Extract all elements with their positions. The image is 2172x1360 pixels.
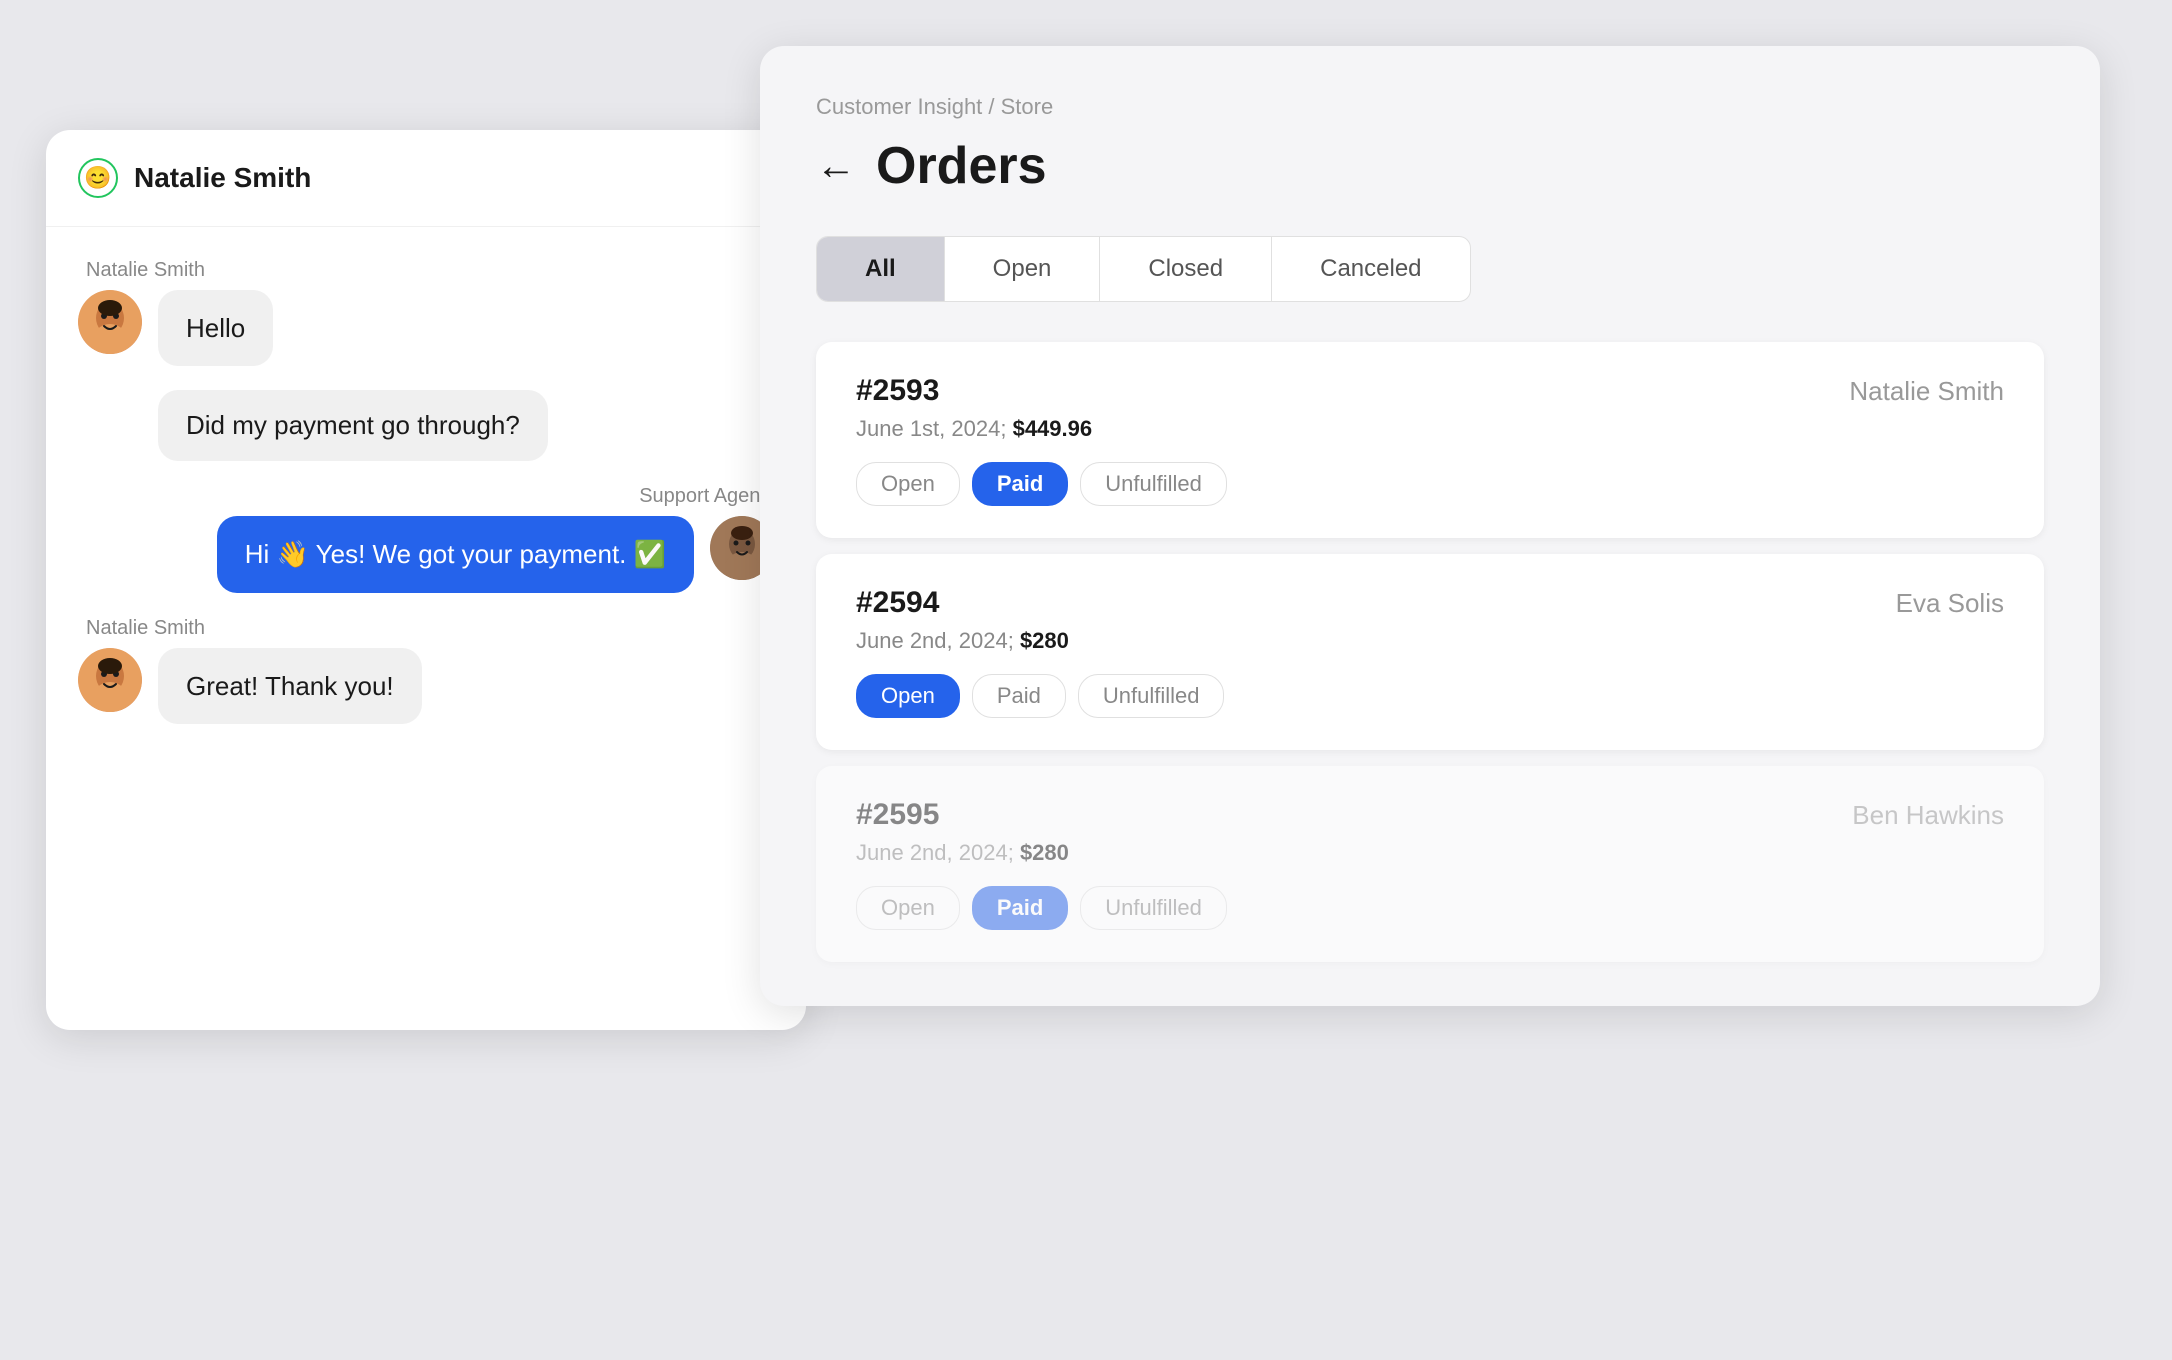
page-title-row: ← Orders [816, 136, 2044, 196]
chat-body: Natalie Smith Hello Did m [46, 227, 806, 1030]
message-with-avatar: Hi 👋 Yes! We got your payment. ✅ [217, 516, 774, 592]
tag-open: Open [856, 462, 960, 506]
avatar [78, 648, 142, 712]
message-bubble: Great! Thank you! [158, 648, 422, 724]
order-tags: Open Paid Unfulfilled [856, 886, 2004, 930]
tab-closed[interactable]: Closed [1100, 237, 1272, 301]
order-card-header: #2594 Eva Solis [856, 586, 2004, 620]
order-card[interactable]: #2594 Eva Solis June 2nd, 2024; $280 Ope… [816, 554, 2044, 750]
order-customer: Natalie Smith [1849, 376, 2004, 407]
orders-list: #2593 Natalie Smith June 1st, 2024; $449… [816, 342, 2044, 962]
tag-paid: Paid [972, 674, 1066, 718]
order-date: June 2nd, 2024; $280 [856, 628, 2004, 654]
chat-contact-name: Natalie Smith [134, 162, 311, 194]
order-tags: Open Paid Unfulfilled [856, 462, 2004, 506]
tag-unfulfilled: Unfulfilled [1080, 886, 1227, 930]
message-row: Support Agent Hi 👋 Yes! We got your paym… [78, 485, 774, 592]
back-button[interactable]: ← [816, 146, 856, 186]
tag-unfulfilled: Unfulfilled [1080, 462, 1227, 506]
filter-tabs: All Open Closed Canceled [816, 236, 1471, 302]
message-with-avatar: Hello [78, 290, 273, 366]
page-title: Orders [876, 136, 1047, 196]
message-row: Did my payment go through? [78, 390, 774, 461]
tag-unfulfilled: Unfulfilled [1078, 674, 1225, 718]
tab-open[interactable]: Open [945, 237, 1101, 301]
smiley-icon: 😊 [84, 165, 111, 191]
message-bubble: Hello [158, 290, 273, 366]
order-date: June 2nd, 2024; $280 [856, 840, 2004, 866]
avatar [78, 290, 142, 354]
order-tags: Open Paid Unfulfilled [856, 674, 2004, 718]
order-card[interactable]: #2593 Natalie Smith June 1st, 2024; $449… [816, 342, 2044, 538]
order-date: June 1st, 2024; $449.96 [856, 416, 2004, 442]
tag-open: Open [856, 886, 960, 930]
tag-paid: Paid [972, 886, 1068, 930]
message-row: Natalie Smith Great! Thank you! [78, 617, 774, 724]
message-with-avatar: Great! Thank you! [78, 648, 422, 724]
order-number: #2595 [856, 798, 939, 832]
chat-panel: 😊 Natalie Smith Natalie Smith [46, 130, 806, 1030]
orders-panel: Customer Insight / Store ← Orders All Op… [760, 46, 2100, 1006]
breadcrumb: Customer Insight / Store [816, 94, 2044, 120]
order-card-header: #2595 Ben Hawkins [856, 798, 2004, 832]
user-status-icon: 😊 [78, 158, 118, 198]
order-number: #2594 [856, 586, 939, 620]
order-customer: Ben Hawkins [1852, 800, 2004, 831]
message-row: Natalie Smith Hello [78, 259, 774, 366]
tag-open: Open [856, 674, 960, 718]
order-number: #2593 [856, 374, 939, 408]
order-customer: Eva Solis [1896, 588, 2004, 619]
message-bubble: Did my payment go through? [158, 390, 548, 461]
tag-paid: Paid [972, 462, 1068, 506]
tab-canceled[interactable]: Canceled [1272, 237, 1469, 301]
message-bubble: Hi 👋 Yes! We got your payment. ✅ [217, 516, 694, 592]
message-sender: Natalie Smith [78, 617, 213, 640]
order-card-header: #2593 Natalie Smith [856, 374, 2004, 408]
message-sender: Natalie Smith [78, 259, 213, 282]
message-sender: Support Agent [631, 485, 774, 508]
chat-header: 😊 Natalie Smith [46, 130, 806, 227]
tab-all[interactable]: All [817, 237, 945, 301]
order-card[interactable]: #2595 Ben Hawkins June 2nd, 2024; $280 O… [816, 766, 2044, 962]
